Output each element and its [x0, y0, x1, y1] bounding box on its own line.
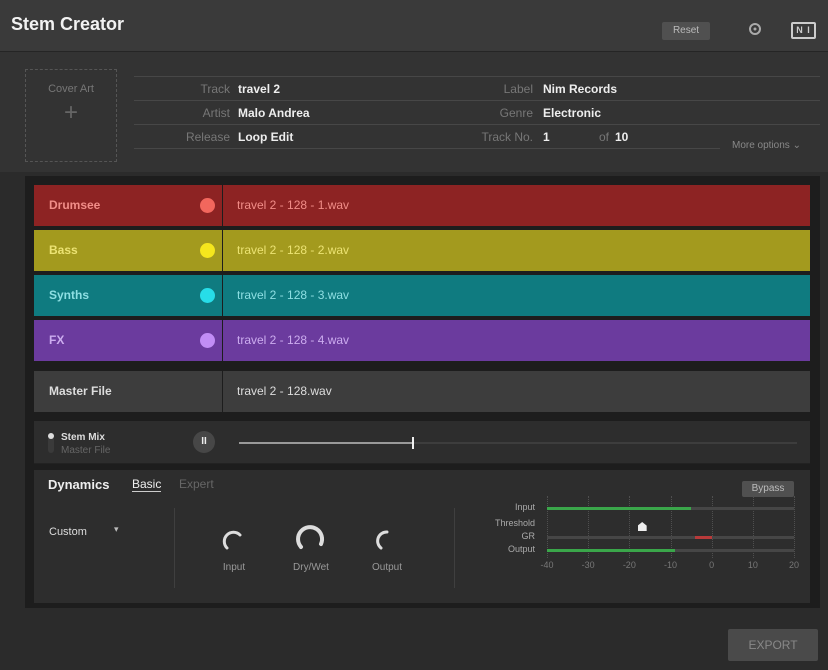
chevron-down-icon[interactable]: ▾: [114, 524, 119, 535]
playback-scrubber[interactable]: [239, 437, 797, 449]
meter-gridline: [794, 496, 795, 558]
knob-icon: [376, 530, 389, 550]
track-number-field[interactable]: 1: [543, 125, 550, 149]
input-knob[interactable]: [220, 528, 246, 554]
stem-name[interactable]: Drumsee: [34, 185, 222, 226]
track-total-field[interactable]: 10: [615, 125, 628, 149]
meter-scale-label: -40: [540, 560, 554, 570]
output-meter: [547, 549, 794, 552]
export-button[interactable]: EXPORT: [728, 629, 818, 661]
threshold-handle[interactable]: [637, 522, 647, 531]
tab-basic[interactable]: Basic: [132, 477, 162, 492]
stem-file-name[interactable]: travel 2 - 128 - 3.wav: [223, 275, 810, 316]
stem-color-swatch[interactable]: [200, 243, 215, 258]
label-field[interactable]: Nim Records: [543, 77, 617, 101]
gear-icon-glyph: [749, 23, 761, 35]
input-knob-label: Input: [222, 562, 246, 573]
track-number-label: Track No.: [481, 130, 533, 144]
meter-scale-label: -10: [663, 560, 677, 570]
master-file-label: Master File: [34, 371, 222, 412]
reset-button[interactable]: Reset: [662, 22, 710, 40]
scrubber-progress: [239, 442, 412, 444]
master-file-name[interactable]: travel 2 - 128.wav: [223, 371, 810, 412]
dry-wet-knob[interactable]: [293, 520, 327, 554]
stems-panel: Drumsee travel 2 - 128 - 1.wav Bass travel …: [25, 176, 820, 608]
meter-scale-label: 10: [747, 560, 758, 570]
metadata-panel: Cover Art + Track travel 2 Label Nim Rec…: [0, 52, 828, 172]
meta-row-track: Track travel 2 Label Nim Records: [0, 77, 828, 101]
dry-wet-knob-label: Dry/Wet: [293, 562, 329, 573]
playback-bar: Stem Mix Master File II: [34, 421, 810, 464]
artist-field[interactable]: Malo Andrea: [238, 101, 310, 125]
knob-icon: [222, 530, 242, 550]
meta-row-artist: Artist Malo Andrea Genre Electronic: [0, 101, 828, 125]
stem-color-swatch[interactable]: [200, 198, 215, 213]
stem-file-name[interactable]: travel 2 - 128 - 2.wav: [223, 230, 810, 271]
meter-scale-label: 0: [709, 560, 715, 570]
output-knob[interactable]: [374, 528, 400, 554]
output-knob-label: Output: [371, 562, 403, 573]
divider: [174, 508, 175, 588]
knob-icon: [296, 525, 325, 549]
output-meter-fill: [547, 549, 675, 552]
artist-label: Artist: [202, 106, 230, 120]
release-field[interactable]: Loop Edit: [238, 125, 293, 149]
stem-row[interactable]: Synths travel 2 - 128 - 3.wav: [34, 275, 810, 316]
stem-color-swatch[interactable]: [200, 288, 215, 303]
gain-reduction-label: GR: [521, 531, 536, 541]
stem-name[interactable]: Bass: [34, 230, 222, 271]
divider: [454, 508, 455, 588]
dynamics-title: Dynamics: [48, 477, 110, 492]
stem-name[interactable]: Synths: [34, 275, 222, 316]
label-label: Label: [503, 82, 533, 96]
more-options-link[interactable]: More options ⌄: [732, 140, 801, 151]
meter-scale-label: -20: [622, 560, 636, 570]
output-meter-label: Output: [507, 544, 535, 554]
native-instruments-logo: N I: [791, 22, 816, 39]
meter-scale-label: 20: [788, 560, 799, 570]
dynamics-panel: Dynamics Basic Expert Bypass Custom ▾ In…: [34, 470, 810, 603]
genre-label: Genre: [499, 106, 533, 120]
title-bar: Stem Creator Reset N I: [0, 0, 828, 52]
toggle-knob: [48, 433, 54, 439]
stem-mix-label[interactable]: Stem Mix: [61, 432, 105, 443]
track-label: Track: [200, 82, 230, 96]
threshold-label: Threshold: [494, 518, 535, 528]
stem-mix-toggle[interactable]: [48, 433, 54, 453]
preset-select[interactable]: Custom: [49, 526, 87, 538]
gain-reduction-meter: [547, 536, 794, 539]
stem-row[interactable]: Bass travel 2 - 128 - 2.wav: [34, 230, 810, 271]
stem-row[interactable]: FX travel 2 - 128 - 4.wav: [34, 320, 810, 361]
stem-file-name[interactable]: travel 2 - 128 - 1.wav: [223, 185, 810, 226]
stem-name[interactable]: FX: [34, 320, 222, 361]
genre-field[interactable]: Electronic: [543, 101, 601, 125]
bypass-button[interactable]: Bypass: [742, 481, 794, 497]
gain-reduction-fill: [695, 536, 712, 539]
master-file-toggle-label[interactable]: Master File: [61, 445, 110, 456]
meta-row-release: Release Loop Edit Track No. 1 of 10: [0, 125, 828, 149]
input-meter-fill: [547, 507, 692, 510]
of-label: of: [598, 130, 609, 144]
tab-expert[interactable]: Expert: [179, 477, 214, 491]
stem-color-swatch[interactable]: [200, 333, 215, 348]
app-title: Stem Creator: [11, 14, 125, 34]
pause-button[interactable]: II: [193, 431, 215, 453]
stem-row[interactable]: Drumsee travel 2 - 128 - 1.wav: [34, 185, 810, 226]
master-file-row[interactable]: Master File travel 2 - 128.wav: [34, 371, 810, 412]
stem-file-name[interactable]: travel 2 - 128 - 4.wav: [223, 320, 810, 361]
release-label: Release: [185, 130, 230, 144]
input-meter-label: Input: [514, 502, 535, 512]
track-field[interactable]: travel 2: [238, 77, 280, 101]
scrubber-handle[interactable]: [411, 437, 414, 449]
input-meter: [547, 507, 794, 510]
meter-scale-label: -30: [581, 560, 595, 570]
gear-icon[interactable]: [745, 21, 765, 41]
